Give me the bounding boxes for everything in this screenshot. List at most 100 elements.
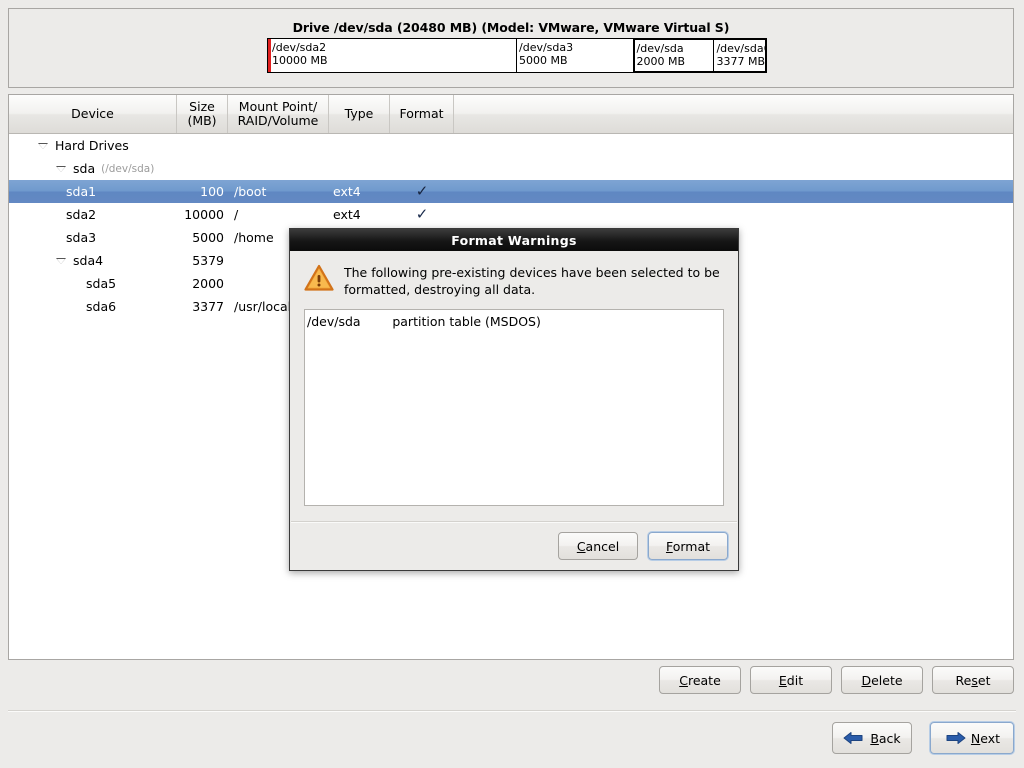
cancel-button[interactable]: Cancel: [558, 532, 638, 560]
cell-size: 5000: [192, 230, 224, 245]
device-path: (/dev/sda): [101, 162, 155, 175]
cell-device: sda6: [9, 299, 177, 314]
cell-format: ✓: [390, 184, 454, 199]
cell-device: sda4: [9, 253, 177, 268]
column-header[interactable]: Size (MB): [177, 95, 228, 133]
partition-size: 5000 MB: [519, 54, 568, 67]
format-warnings-dialog: Format Warnings The following pre-existi…: [289, 228, 739, 571]
device-name: sda2: [66, 207, 97, 222]
reset-label: Reset: [955, 672, 991, 688]
device-name: sda4: [73, 253, 104, 268]
dialog-button-row: Cancel Format: [558, 532, 728, 560]
chevron-down-icon[interactable]: [56, 255, 67, 266]
cell-size: 3377: [192, 299, 224, 314]
arrow-left-icon: [843, 731, 865, 745]
cell-device: sda3: [9, 230, 177, 245]
drive-graphic-panel: Drive /dev/sda (20480 MB) (Model: VMware…: [8, 8, 1014, 88]
device-name: Hard Drives: [55, 138, 129, 153]
cell-mount-point: /: [234, 207, 239, 222]
cell-device: sda5: [9, 276, 177, 291]
column-header-label: Type: [344, 106, 374, 121]
column-header-label: RAID/Volume: [237, 113, 319, 128]
device-name: sda5: [86, 276, 117, 291]
partition-segment[interactable]: /dev/sda2 10000 MB: [268, 39, 517, 72]
delete-label: Delete: [861, 672, 903, 688]
cell-size: 10000: [184, 207, 224, 222]
delete-button[interactable]: Delete: [841, 666, 923, 694]
partition-name: /dev/sda: [636, 42, 684, 55]
drive-title: Drive /dev/sda (20480 MB) (Model: VMware…: [292, 20, 730, 35]
cell-mount-point: /boot: [234, 184, 267, 199]
dialog-message-row: The following pre-existing devices have …: [304, 263, 724, 298]
table-row[interactable]: sda2 10000 / ext4 ✓: [9, 203, 1013, 226]
cell-type: ext4: [333, 207, 361, 222]
navigation-buttons: Back Next: [0, 722, 1024, 756]
device-tree-header: Device Size (MB) Mount Point/RAID/Volume Typ…: [9, 95, 1013, 134]
check-icon: ✓: [415, 205, 429, 223]
cancel-label: Cancel: [576, 538, 620, 554]
partition-size: 10000 MB: [272, 54, 328, 67]
device-name: sda6: [86, 299, 117, 314]
create-label: Create: [679, 672, 721, 688]
device-name: sda: [73, 161, 96, 176]
partition-segment[interactable]: /dev/sda63377 MB: [714, 40, 765, 71]
column-header-label: Device: [71, 106, 114, 121]
reset-button[interactable]: Reset: [932, 666, 1014, 694]
partition-size: 2000 MB: [636, 55, 686, 68]
back-label: Back: [870, 730, 901, 746]
column-header[interactable]: Type: [329, 95, 390, 133]
arrow-right-icon: [944, 731, 966, 745]
dialog-body: The following pre-existing devices have …: [290, 251, 738, 506]
chevron-down-icon[interactable]: [38, 140, 49, 151]
table-row[interactable]: sda1 100/boot ext4 ✓: [9, 180, 1013, 203]
dialog-title: Format Warnings: [290, 229, 738, 251]
partition-name: /dev/sda6: [716, 42, 765, 55]
partition-action-buttons: Create Edit Delete Reset: [0, 666, 1024, 696]
next-button[interactable]: Next: [930, 722, 1014, 754]
create-button[interactable]: Create: [659, 666, 741, 694]
extended-partition-group: /dev/sda2000 MB/dev/sda63377 MB: [633, 39, 766, 72]
column-header-label: Format: [399, 106, 444, 121]
dialog-message: The following pre-existing devices have …: [344, 265, 720, 297]
warning-triangle-icon: [304, 264, 334, 291]
next-label: Next: [970, 730, 1001, 746]
column-header-label: Mount Point/: [238, 99, 318, 114]
partition-name: /dev/sda2: [272, 41, 327, 54]
check-icon: ✓: [415, 182, 429, 200]
drive-partition-bar[interactable]: /dev/sda2 10000 MB/dev/sda3 5000 MB/dev/sd…: [267, 38, 767, 73]
dialog-device-list[interactable]: /dev/sda partition table (MSDOS): [304, 309, 724, 506]
column-header-label: (MB): [187, 113, 217, 128]
column-header[interactable]: Format: [390, 95, 454, 133]
cell-device: sda (/dev/sda): [9, 161, 177, 176]
cell-size: 2000: [192, 276, 224, 291]
footer-separator: [8, 710, 1016, 712]
cell-format: ✓: [390, 207, 454, 222]
edit-button[interactable]: Edit: [750, 666, 832, 694]
device-name: sda1: [66, 184, 97, 199]
dialog-separator: [291, 521, 737, 523]
partition-segment[interactable]: /dev/sda3 5000 MB: [517, 39, 634, 72]
back-button[interactable]: Back: [832, 722, 912, 754]
column-header[interactable]: Mount Point/RAID/Volume: [228, 95, 329, 133]
format-button[interactable]: Format: [648, 532, 728, 560]
partition-size: 3377 MB: [716, 55, 765, 68]
column-header-filler: [454, 95, 1013, 133]
cell-device: Hard Drives: [9, 138, 177, 153]
chevron-down-icon[interactable]: [56, 163, 67, 174]
device-name: sda3: [66, 230, 97, 245]
list-item[interactable]: /dev/sda partition table (MSDOS): [307, 313, 723, 330]
column-header[interactable]: Device: [9, 95, 177, 133]
partition-name: /dev/sda3: [519, 41, 574, 54]
edit-label: Edit: [778, 672, 804, 688]
cell-size: 100: [200, 184, 224, 199]
partition-segment[interactable]: /dev/sda 2000 MB: [634, 40, 715, 71]
cell-size: 5379: [192, 253, 224, 268]
column-header-label: Size: [189, 99, 215, 114]
table-row[interactable]: Hard Drives: [9, 134, 1013, 157]
cell-type: ext4: [333, 184, 361, 199]
table-row[interactable]: sda (/dev/sda): [9, 157, 1013, 180]
format-label: Format: [665, 538, 711, 554]
installer-window: Drive /dev/sda (20480 MB) (Model: VMware…: [0, 0, 1024, 768]
cell-device: sda2: [9, 207, 177, 222]
cell-device: sda1: [9, 184, 177, 199]
